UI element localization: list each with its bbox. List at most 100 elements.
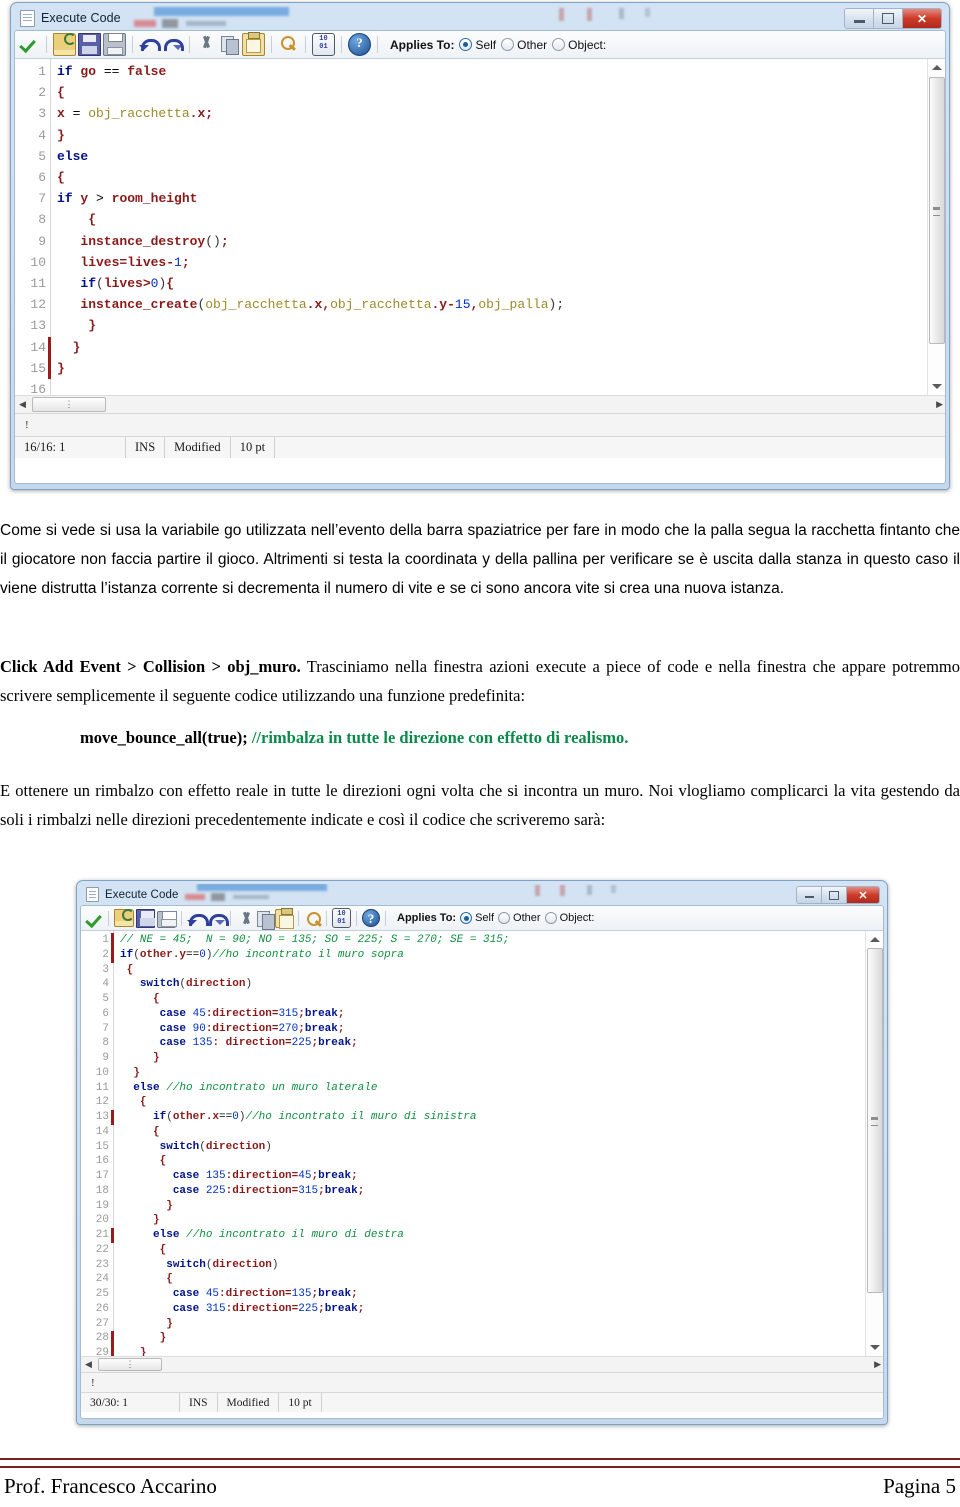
window1-horizontal-scrollbar[interactable]: ◀ ⋮ ▶ bbox=[15, 395, 945, 413]
check-icon[interactable] bbox=[19, 34, 40, 55]
cut-icon[interactable] bbox=[196, 34, 217, 55]
copy-icon[interactable] bbox=[255, 909, 275, 930]
maximize-button[interactable] bbox=[822, 887, 847, 903]
window1-toolbar[interactable]: Applies To: Self Other Object: bbox=[15, 31, 945, 59]
radio-other[interactable]: Other bbox=[498, 912, 541, 924]
code-line[interactable]: } bbox=[120, 1051, 883, 1066]
code-line[interactable]: } bbox=[120, 1213, 883, 1228]
code-line[interactable]: case 225:direction=315;break; bbox=[120, 1184, 883, 1199]
window2-code-text[interactable]: // NE = 45; N = 90; NO = 135; SO = 225; … bbox=[114, 931, 883, 1356]
scroll-right-icon[interactable]: ▶ bbox=[936, 399, 943, 410]
code-line[interactable]: } bbox=[120, 1331, 883, 1346]
execute-code-window-2[interactable]: Execute Code ✕ 10 01 ? Applies To: Self … bbox=[76, 880, 888, 1425]
scrollbar-thumb[interactable] bbox=[867, 948, 883, 1293]
code-line[interactable]: switch(direction) bbox=[120, 1140, 883, 1155]
code-line[interactable]: } bbox=[120, 1346, 883, 1356]
radio-self[interactable]: Self bbox=[459, 38, 496, 52]
binary-icon[interactable] bbox=[332, 908, 351, 928]
find-icon[interactable] bbox=[278, 34, 299, 55]
hscrollbar-thumb[interactable]: ⋮ bbox=[98, 1358, 162, 1371]
radio-object[interactable]: Object: bbox=[544, 912, 594, 924]
code-line[interactable]: { bbox=[57, 167, 945, 188]
code-line[interactable]: { bbox=[120, 992, 883, 1007]
print-icon[interactable] bbox=[103, 33, 126, 56]
code-line[interactable]: } bbox=[57, 337, 945, 358]
window1-code-editor[interactable]: 1 2 3 4 5 6 7 8 9 10 11 12 13 14 15 16 if go == false{x… bbox=[15, 59, 945, 395]
minimize-button[interactable] bbox=[797, 887, 822, 903]
undo-icon[interactable] bbox=[187, 909, 209, 927]
open-folder-icon[interactable] bbox=[53, 33, 76, 56]
help-icon[interactable] bbox=[348, 33, 371, 56]
code-line[interactable]: x = obj_racchetta.x; bbox=[57, 103, 945, 124]
window1-code-text[interactable]: if go == false{x = obj_racchetta.x;} else… bbox=[51, 59, 945, 395]
check-icon[interactable] bbox=[85, 909, 103, 927]
open-folder-icon[interactable] bbox=[114, 909, 134, 927]
print-icon[interactable] bbox=[157, 910, 177, 928]
save-icon[interactable] bbox=[136, 908, 155, 928]
code-line[interactable]: case 45:direction=315;break; bbox=[120, 1007, 883, 1022]
code-line[interactable]: case 90:direction=270;break; bbox=[120, 1022, 883, 1037]
paste-icon[interactable] bbox=[242, 32, 265, 56]
window2-toolbar[interactable]: Applies To: Self Other Object: bbox=[81, 906, 883, 931]
code-line[interactable]: { bbox=[120, 1154, 883, 1169]
window1-controls[interactable]: ✕ bbox=[844, 8, 942, 29]
code-line[interactable]: } bbox=[120, 1066, 883, 1081]
code-line[interactable]: if(other.y==0)//ho incontrato il muro so… bbox=[120, 948, 883, 963]
scroll-up-icon[interactable] bbox=[928, 59, 945, 75]
code-line[interactable]: } bbox=[120, 1317, 883, 1332]
code-line[interactable]: case 45:direction=135;break; bbox=[120, 1287, 883, 1302]
cut-icon[interactable] bbox=[236, 910, 253, 927]
scroll-right-icon[interactable]: ▶ bbox=[874, 1359, 881, 1370]
scroll-left-icon[interactable]: ◀ bbox=[15, 399, 30, 410]
scroll-left-icon[interactable]: ◀ bbox=[81, 1359, 96, 1370]
code-line[interactable]: { bbox=[120, 1243, 883, 1258]
window1-titlebar[interactable]: Execute Code ✕ bbox=[14, 6, 946, 30]
code-line[interactable]: else //ho incontrato un muro laterale bbox=[120, 1081, 883, 1096]
code-line[interactable]: } bbox=[57, 315, 945, 336]
code-line[interactable]: switch(direction) bbox=[120, 977, 883, 992]
code-line[interactable]: instance_create(obj_racchetta.x,obj_racc… bbox=[57, 294, 945, 315]
close-button[interactable]: ✕ bbox=[903, 9, 941, 28]
code-line[interactable]: { bbox=[120, 1095, 883, 1110]
code-line[interactable]: { bbox=[120, 1125, 883, 1140]
maximize-button[interactable] bbox=[874, 9, 903, 28]
hscrollbar-thumb[interactable]: ⋮ bbox=[32, 397, 106, 412]
code-line[interactable]: if go == false bbox=[57, 61, 945, 82]
code-line[interactable]: // NE = 45; N = 90; NO = 135; SO = 225; … bbox=[120, 933, 883, 948]
save-icon[interactable] bbox=[78, 33, 101, 56]
code-line[interactable]: case 135: direction=225;break; bbox=[120, 1036, 883, 1051]
code-line[interactable]: switch(direction) bbox=[120, 1258, 883, 1273]
find-icon[interactable] bbox=[304, 910, 321, 927]
code-line[interactable]: else bbox=[57, 146, 945, 167]
scroll-down-icon[interactable] bbox=[866, 1340, 883, 1356]
code-line[interactable]: if(other.x==0)//ho incontrato il muro di… bbox=[120, 1110, 883, 1125]
code-line[interactable]: } bbox=[120, 1199, 883, 1214]
paste-icon[interactable] bbox=[275, 907, 294, 929]
scroll-down-icon[interactable] bbox=[928, 379, 945, 395]
code-line[interactable]: else //ho incontrato il muro di destra bbox=[120, 1228, 883, 1243]
code-line[interactable]: if(lives>0){ bbox=[57, 273, 945, 294]
window1-vertical-scrollbar[interactable] bbox=[927, 59, 945, 395]
code-line[interactable]: } bbox=[57, 125, 945, 146]
help-icon[interactable] bbox=[362, 909, 380, 927]
code-line[interactable]: case 315:direction=225;break; bbox=[120, 1302, 883, 1317]
copy-icon[interactable] bbox=[219, 34, 240, 55]
window2-titlebar[interactable]: Execute Code ✕ bbox=[80, 884, 884, 905]
scroll-up-icon[interactable] bbox=[866, 931, 883, 947]
radio-other[interactable]: Other bbox=[501, 38, 547, 52]
code-line[interactable]: if y > room_height bbox=[57, 188, 945, 209]
code-line[interactable]: case 135:direction=45;break; bbox=[120, 1169, 883, 1184]
scrollbar-thumb[interactable] bbox=[929, 77, 945, 344]
code-line[interactable]: instance_destroy(); bbox=[57, 231, 945, 252]
code-line[interactable]: { bbox=[120, 1272, 883, 1287]
code-line[interactable] bbox=[57, 379, 945, 395]
window2-horizontal-scrollbar[interactable]: ◀ ⋮ ▶ bbox=[81, 1356, 883, 1372]
binary-icon[interactable] bbox=[312, 33, 335, 56]
code-line[interactable]: { bbox=[57, 82, 945, 103]
window2-controls[interactable]: ✕ bbox=[796, 886, 880, 904]
code-line[interactable]: } bbox=[57, 358, 945, 379]
execute-code-window-1[interactable]: Execute Code ✕ 10 01 ? Applies To: Self … bbox=[10, 2, 950, 490]
redo-icon[interactable] bbox=[162, 34, 184, 55]
minimize-button[interactable] bbox=[845, 9, 874, 28]
code-line[interactable]: { bbox=[120, 963, 883, 978]
